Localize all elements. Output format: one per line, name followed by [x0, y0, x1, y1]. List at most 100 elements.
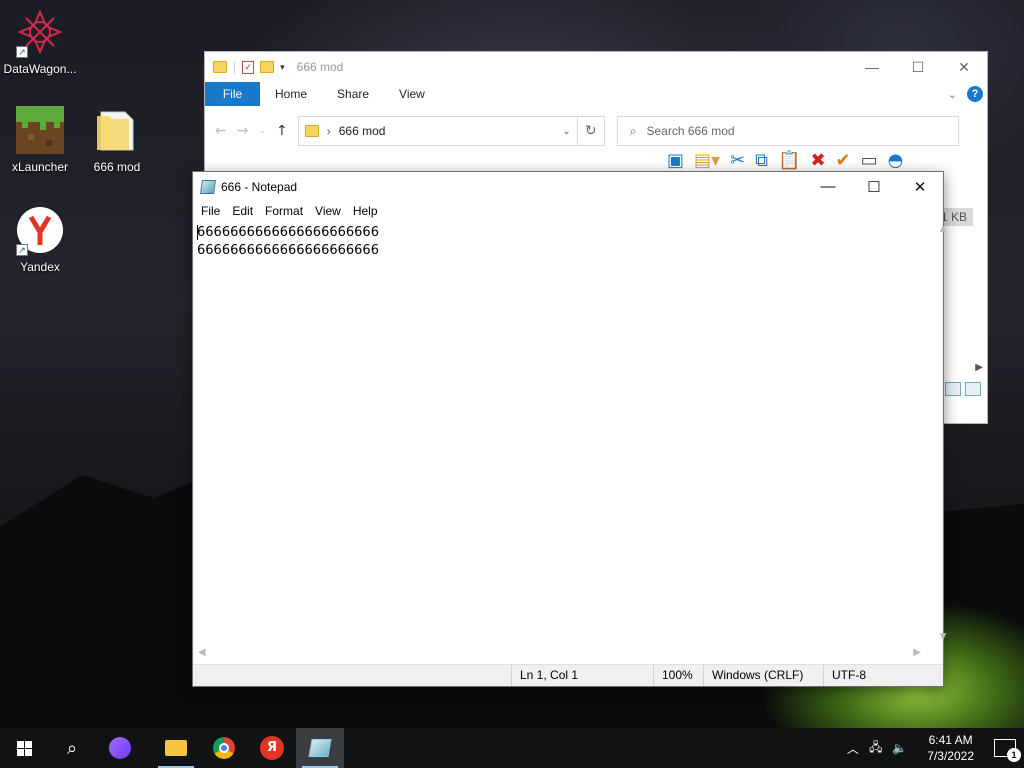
folder-options-icon[interactable]: ▤▾: [694, 150, 720, 171]
close-icon[interactable]: ✕: [941, 59, 987, 76]
scroll-down-icon[interactable]: ▼: [935, 632, 952, 642]
menu-view[interactable]: View: [309, 204, 347, 218]
desktop-icon-datawagon[interactable]: ↗ DataWagon...: [0, 8, 80, 76]
breadcrumb-chevron-icon: ›: [326, 124, 331, 138]
minimize-icon[interactable]: —: [805, 178, 851, 196]
scroll-right-icon[interactable]: ▶: [913, 647, 921, 658]
address-dropdown-icon[interactable]: ⌄: [562, 126, 570, 137]
taskbar-file-explorer[interactable]: [152, 728, 200, 768]
tab-file[interactable]: File: [205, 82, 260, 106]
view-toolbar: ▣ ▤▾ ✂ ⧉ 📋 ✖ ✔ ▭ ◓: [667, 150, 903, 171]
horizontal-scrollbar[interactable]: ◀ ▶: [193, 645, 926, 662]
clock-time: 6:41 AM: [928, 733, 973, 747]
select-icon[interactable]: ✔: [836, 150, 851, 171]
back-arrow-icon[interactable]: ←: [215, 123, 227, 139]
cursor-position: Ln 1, Col 1: [511, 665, 653, 686]
action-center-icon[interactable]: 1: [994, 739, 1021, 762]
taskbar: ⌕ Я ︿ 🖧 🔈 6:41 AM 7/3/2022 1: [0, 728, 1024, 768]
paste-icon[interactable]: 📋: [778, 150, 800, 171]
maximize-icon[interactable]: ☐: [895, 59, 941, 76]
taskbar-yandex[interactable]: Я: [248, 728, 296, 768]
notepad-title: 666 - Notepad: [221, 179, 298, 194]
start-button[interactable]: [0, 728, 48, 768]
help-icon[interactable]: ?: [967, 86, 983, 102]
search-icon: ⌕: [66, 737, 78, 759]
alice-assistant-icon: [109, 737, 131, 759]
address-bar[interactable]: › 666 mod ⌄: [297, 116, 578, 146]
details-view-icon[interactable]: [945, 382, 961, 396]
yandex-browser-icon: ↗: [16, 206, 64, 256]
forward-arrow-icon[interactable]: →: [237, 123, 249, 139]
refresh-icon[interactable]: ↻: [576, 116, 605, 146]
scroll-up-icon[interactable]: ▲: [935, 224, 952, 234]
shell-icon[interactable]: ◓: [888, 150, 904, 171]
notepad-window[interactable]: 666 - Notepad — ☐ ✕ File Edit Format Vie…: [192, 171, 946, 687]
scroll-right-icon[interactable]: ▶: [975, 362, 983, 373]
new-folder-icon[interactable]: [260, 61, 275, 73]
cut-icon[interactable]: ✂: [730, 150, 745, 171]
search-button[interactable]: ⌕: [48, 728, 96, 768]
taskbar-chrome[interactable]: [200, 728, 248, 768]
maximize-icon[interactable]: ☐: [851, 178, 897, 196]
copy-icon[interactable]: ⧉: [755, 150, 768, 171]
volume-icon[interactable]: 🔈: [892, 741, 907, 755]
navigation-bar: ← → ⌄ ↑ › 666 mod ⌄ ↻ ⌕ Search 666 mod: [205, 106, 987, 156]
desktop-icon-label: DataWagon...: [3, 62, 77, 76]
tab-view[interactable]: View: [384, 87, 440, 101]
show-hidden-icons-icon[interactable]: ︿: [847, 740, 859, 757]
vertical-scrollbar[interactable]: ▲ ▼: [926, 222, 946, 644]
text-caret: [197, 225, 198, 240]
system-tray: ︿ 🖧 🔈 6:41 AM 7/3/2022 1: [847, 732, 1024, 764]
clock[interactable]: 6:41 AM 7/3/2022: [927, 732, 974, 764]
folder-icon: [304, 125, 319, 137]
menu-help[interactable]: Help: [347, 204, 384, 218]
delete-icon[interactable]: ✖: [810, 150, 825, 171]
desktop-icon-yandex[interactable]: ↗ Yandex: [0, 206, 80, 274]
minecraft-grass-icon: [16, 106, 64, 154]
minimize-icon[interactable]: —: [849, 59, 895, 76]
desktop-icon-label: 666 mod: [93, 160, 141, 174]
file-explorer-icon: [165, 740, 187, 756]
menu-edit[interactable]: Edit: [226, 204, 259, 218]
taskbar-notepad[interactable]: [296, 728, 344, 768]
menu-format[interactable]: Format: [259, 204, 309, 218]
quick-access-toolbar: | ✓ ▾: [213, 60, 285, 74]
desktop-icon-label: Yandex: [20, 260, 60, 274]
yandex-browser-icon: Я: [260, 736, 284, 760]
recent-locations-icon[interactable]: ⌄: [258, 126, 266, 136]
rename-icon[interactable]: ▭: [861, 150, 878, 171]
desktop-icon-label: xLauncher: [11, 160, 69, 174]
tab-share[interactable]: Share: [322, 87, 384, 101]
explorer-titlebar: | ✓ ▾ 666 mod — ☐ ✕: [205, 52, 987, 82]
properties-icon[interactable]: ✓: [242, 60, 255, 74]
scroll-left-icon[interactable]: ◀: [198, 647, 206, 658]
close-icon[interactable]: ✕: [897, 178, 943, 196]
network-icon[interactable]: 🖧: [869, 738, 882, 759]
desktop-icon-666-mod[interactable]: 666 mod: [77, 106, 157, 174]
notepad-window-controls: — ☐ ✕: [805, 178, 943, 196]
taskbar-alice[interactable]: [96, 728, 144, 768]
notepad-text-area[interactable]: 6666666666666666666666 66666666666666666…: [193, 222, 926, 644]
large-icons-view-icon[interactable]: [965, 382, 981, 396]
ribbon-tabs: File Home Share View ⌄ ?: [205, 82, 987, 106]
notification-count-badge: 1: [1007, 748, 1021, 762]
search-input[interactable]: ⌕ Search 666 mod: [616, 116, 959, 146]
customize-toolbar-icon[interactable]: ▾: [280, 62, 285, 73]
encoding: UTF-8: [823, 665, 943, 686]
tab-home[interactable]: Home: [260, 87, 322, 101]
notepad-menubar: File Edit Format View Help: [193, 201, 943, 221]
notepad-icon: [200, 179, 216, 194]
menu-file[interactable]: File: [195, 204, 226, 218]
expand-ribbon-icon[interactable]: ⌄: [948, 88, 957, 101]
up-arrow-icon[interactable]: ↑: [276, 123, 288, 139]
address-path: 666 mod: [338, 124, 386, 138]
preview-pane-icon[interactable]: ▣: [667, 150, 684, 171]
shortcut-arrow-icon: ↗: [16, 244, 28, 256]
folder-icon: [213, 61, 227, 73]
desktop-icon-xlauncher[interactable]: xLauncher: [0, 106, 80, 174]
datawagon-icon: ↗: [16, 8, 64, 58]
zoom-level: 100%: [653, 665, 703, 686]
toolbar-separator: |: [233, 60, 237, 74]
statusbar-spacer: [193, 665, 511, 686]
explorer-title: 666 mod: [296, 60, 344, 74]
